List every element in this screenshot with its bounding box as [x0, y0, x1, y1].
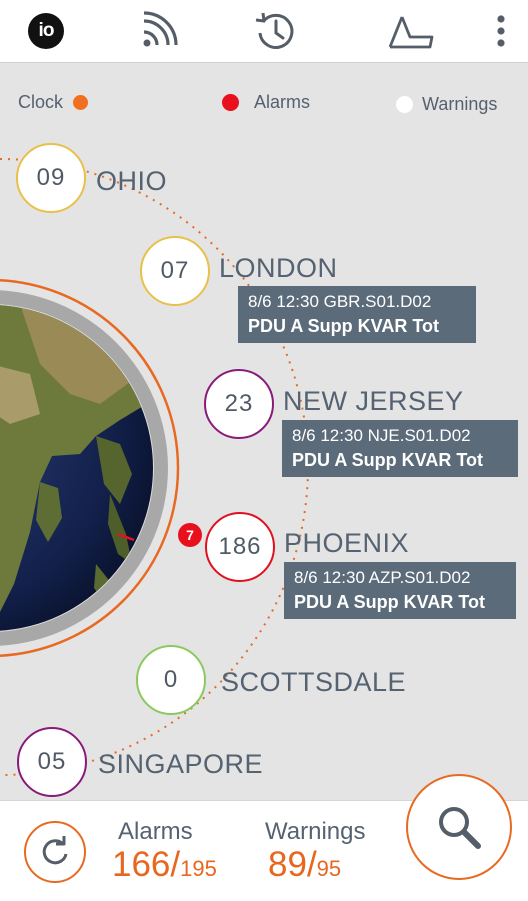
refresh-button[interactable]: [24, 821, 86, 883]
site-count: 0: [163, 666, 179, 693]
site-name-phoenix[interactable]: PHOENIX: [284, 528, 409, 559]
site-count: 07: [160, 257, 190, 284]
warnings-total-count: 95: [316, 856, 342, 881]
more-vertical-icon[interactable]: [486, 0, 516, 62]
site-name-new-jersey[interactable]: NEW JERSEY: [283, 386, 464, 417]
warnings-summary-label: Warnings: [265, 818, 366, 845]
site-node-scottsdale[interactable]: 0: [136, 645, 206, 715]
site-node-new-jersey[interactable]: 23: [204, 369, 274, 439]
event-description: PDU A Supp KVAR Tot: [292, 450, 483, 470]
refresh-icon: [42, 836, 68, 865]
alarms-active-count: 166: [112, 845, 171, 884]
event-description: PDU A Supp KVAR Tot: [248, 316, 439, 336]
site-orbit-view: 09 OHIO 07 LONDON 8/6 12:30 GBR.S01.D02 …: [0, 64, 528, 800]
site-node-ohio[interactable]: 09: [16, 143, 86, 213]
warnings-active-count: 89: [268, 845, 307, 884]
sensor-icon[interactable]: [382, 0, 438, 62]
site-name-ohio[interactable]: OHIO: [96, 166, 167, 197]
warnings-summary-value[interactable]: 89/95: [268, 845, 341, 885]
site-count: 05: [37, 748, 67, 775]
alarms-summary-label: Alarms: [118, 818, 193, 845]
rss-feed-icon[interactable]: [128, 0, 186, 62]
site-node-london[interactable]: 07: [140, 236, 210, 306]
event-id: 8/6 12:30 NJE.S01.D02: [292, 426, 471, 445]
event-card-london[interactable]: 8/6 12:30 GBR.S01.D02 PDU A Supp KVAR To…: [238, 286, 476, 343]
site-count: 09: [36, 164, 66, 191]
event-card-new-jersey[interactable]: 8/6 12:30 NJE.S01.D02 PDU A Supp KVAR To…: [282, 420, 518, 477]
site-node-singapore[interactable]: 05: [17, 727, 87, 797]
separator: /: [170, 845, 181, 884]
top-app-bar: io: [0, 0, 528, 63]
site-name-london[interactable]: LONDON: [219, 253, 338, 284]
alarms-total-count: 195: [180, 856, 217, 881]
site-name-scottsdale[interactable]: SCOTTSDALE: [221, 667, 406, 698]
site-count: 186: [218, 533, 262, 560]
separator: /: [306, 845, 317, 884]
site-name-singapore[interactable]: SINGAPORE: [98, 749, 263, 780]
search-button[interactable]: [406, 774, 512, 880]
event-description: PDU A Supp KVAR Tot: [294, 592, 485, 612]
event-card-phoenix[interactable]: 8/6 12:30 AZP.S01.D02 PDU A Supp KVAR To…: [284, 562, 516, 619]
app-logo[interactable]: io: [28, 13, 64, 49]
alarm-count-badge[interactable]: 7: [178, 523, 202, 547]
search-icon: [439, 807, 481, 849]
history-icon[interactable]: [246, 0, 304, 62]
site-count: 23: [224, 390, 254, 417]
site-node-phoenix[interactable]: 186: [205, 512, 275, 582]
event-id: 8/6 12:30 GBR.S01.D02: [248, 292, 432, 311]
event-id: 8/6 12:30 AZP.S01.D02: [294, 568, 471, 587]
alarms-summary-value[interactable]: 166/195: [112, 845, 217, 885]
